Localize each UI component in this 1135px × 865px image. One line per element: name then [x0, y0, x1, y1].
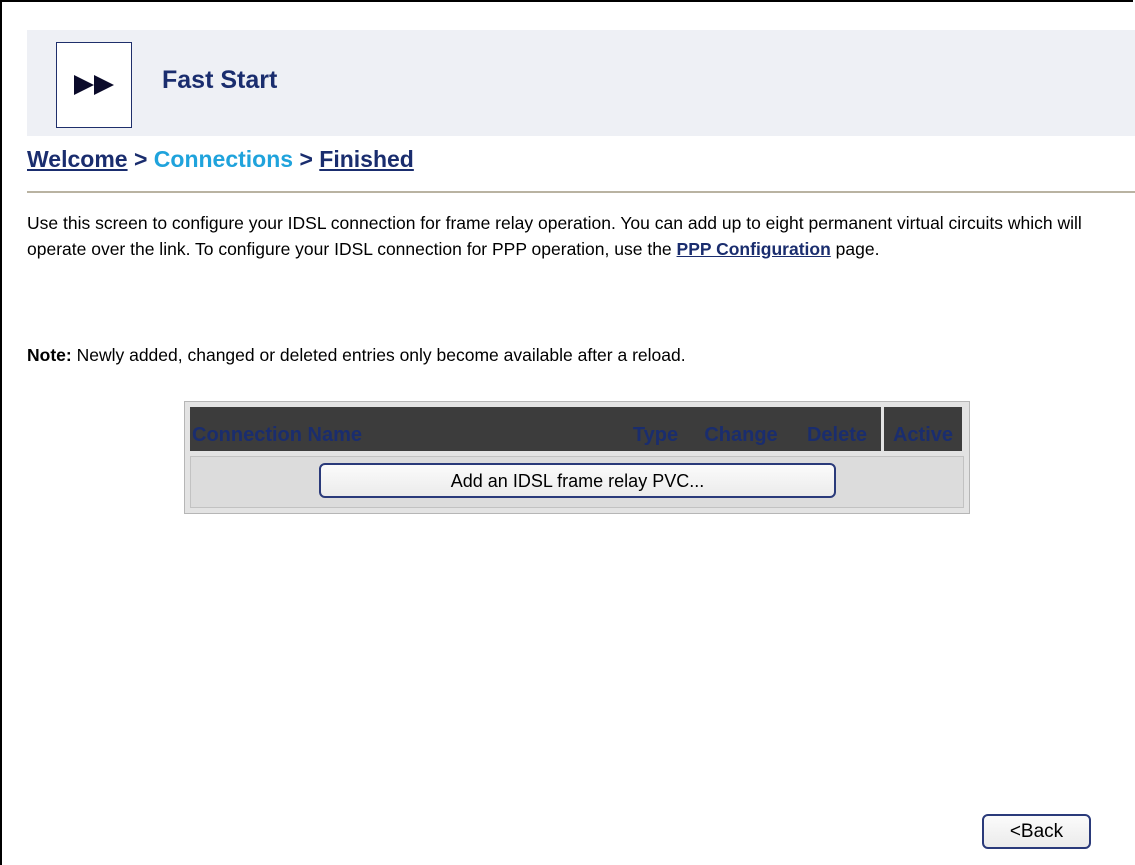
add-frame-relay-pvc-button[interactable]: Add an IDSL frame relay PVC...: [319, 463, 836, 498]
note-text: Note: Newly added, changed or deleted en…: [27, 342, 686, 368]
breadcrumb-finished[interactable]: Finished: [319, 146, 414, 172]
logo-box: [56, 42, 132, 128]
intro-text-before: Use this screen to configure your IDSL c…: [27, 213, 1082, 259]
column-header-delete: Delete: [793, 407, 881, 451]
breadcrumb-separator: >: [299, 146, 313, 172]
note-body: Newly added, changed or deleted entries …: [71, 345, 686, 365]
column-header-type: Type: [622, 407, 689, 451]
divider: [27, 191, 1135, 193]
note-label: Note:: [27, 345, 72, 365]
column-header-change: Change: [692, 407, 790, 451]
back-button[interactable]: <Back: [982, 814, 1091, 849]
intro-text: Use this screen to configure your IDSL c…: [27, 210, 1133, 262]
breadcrumb-welcome[interactable]: Welcome: [27, 146, 128, 172]
fast-forward-icon: [74, 75, 114, 95]
ppp-configuration-link[interactable]: PPP Configuration: [677, 239, 831, 259]
breadcrumb: Welcome > Connections > Finished: [27, 146, 414, 173]
column-header-active: Active: [884, 407, 962, 451]
page-title: Fast Start: [162, 66, 278, 94]
intro-text-after: page.: [830, 239, 880, 259]
breadcrumb-connections: Connections: [153, 146, 294, 172]
breadcrumb-separator: >: [133, 146, 148, 172]
